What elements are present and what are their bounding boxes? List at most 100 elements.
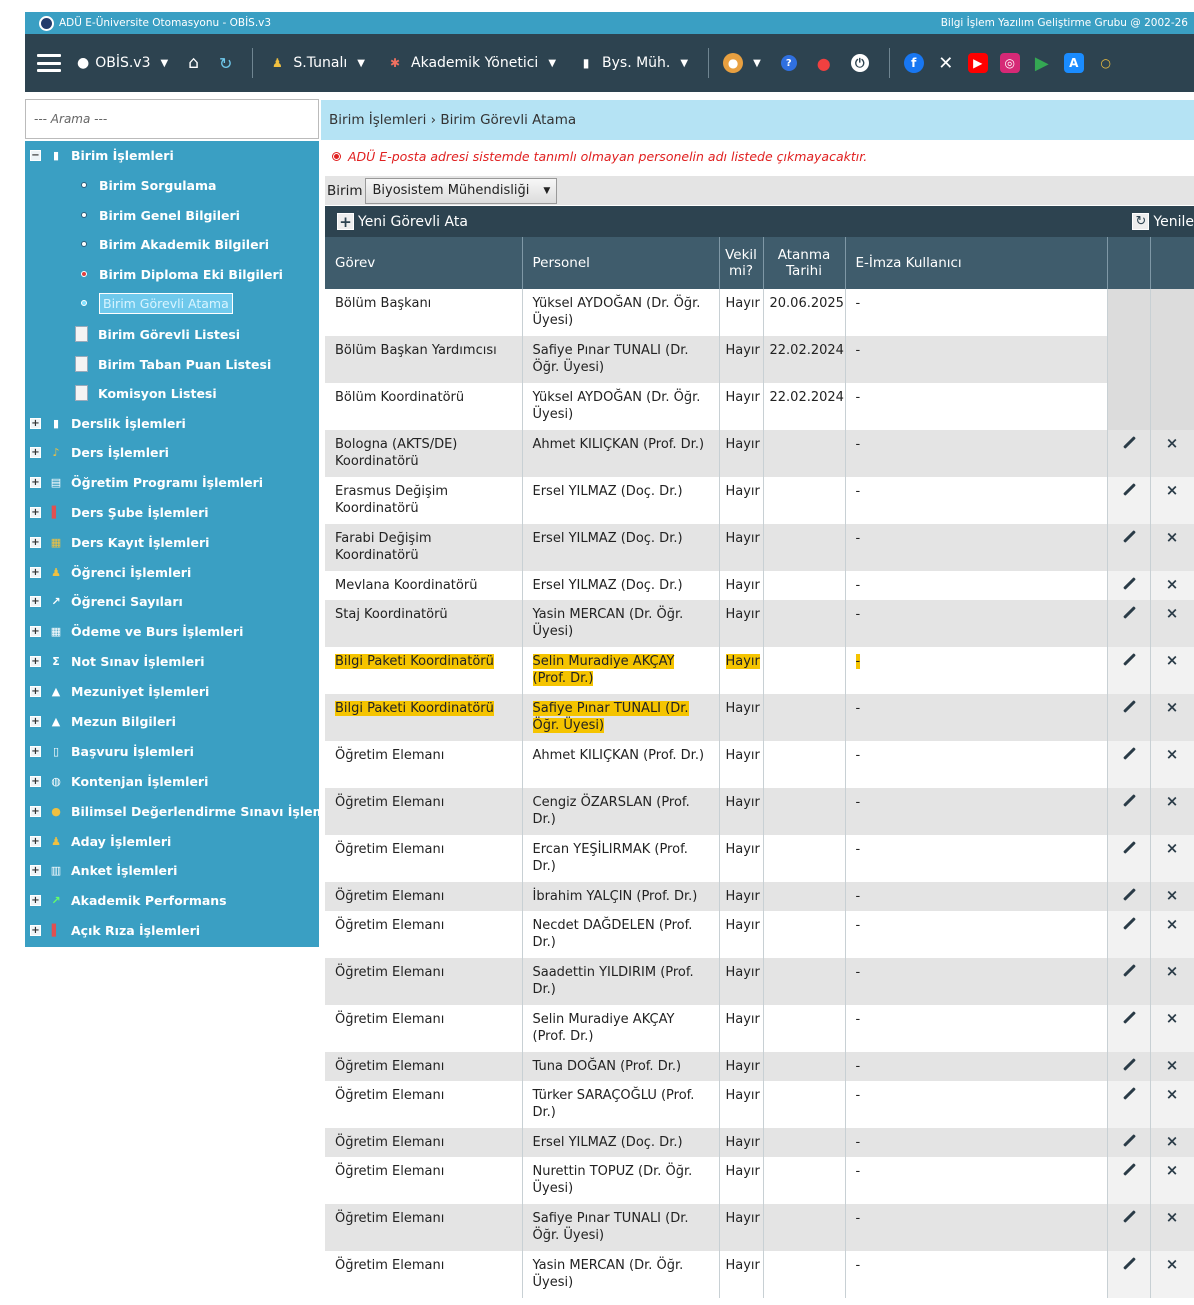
google-play-icon[interactable]: ▶ xyxy=(1032,53,1052,74)
sidebar-subitem-birim-gorevli-listesi[interactable]: Birim Görevli Listesi xyxy=(75,323,240,345)
sidebar-subitem-birim-diploma-eki[interactable]: Birim Diploma Eki Bilgileri xyxy=(81,263,283,285)
table-row[interactable]: Öğretim Elemanı İbrahim YALÇIN (Prof. Dr.… xyxy=(325,882,1194,911)
delete-icon[interactable]: ⨯ xyxy=(1166,841,1179,856)
sidebar-subitem-birim-sorgulama[interactable]: Birim Sorgulama xyxy=(81,174,216,196)
edit-pencil-icon[interactable] xyxy=(1122,606,1136,620)
table-row[interactable]: Öğretim Elemanı Safiye Pınar TUNALI (Dr. … xyxy=(325,1204,1194,1251)
delete-icon[interactable]: ⨯ xyxy=(1166,747,1179,762)
expand-icon[interactable]: + xyxy=(30,775,41,787)
sidebar-subitem-birim-akademik-bilgileri[interactable]: Birim Akademik Bilgileri xyxy=(81,233,269,255)
table-row[interactable]: Bölüm Başkan Yardımcısı Safiye Pınar TUNA… xyxy=(325,336,1194,383)
new-assignment-button[interactable]: + Yeni Görevli Ata xyxy=(325,213,474,230)
expand-icon[interactable]: + xyxy=(30,595,41,607)
expand-icon[interactable]: + xyxy=(30,566,41,578)
table-row[interactable]: Farabi Değişim Koordinatörü Ersel YILMAZ … xyxy=(325,524,1194,571)
expand-icon[interactable]: + xyxy=(30,506,41,518)
expand-icon[interactable]: + xyxy=(30,417,41,429)
edit-pencil-icon[interactable] xyxy=(1122,964,1136,978)
sidebar-item-akademik-performans[interactable]: + ↗ Akademik Performans xyxy=(30,889,227,911)
delete-icon[interactable]: ⨯ xyxy=(1166,606,1179,621)
expand-icon[interactable]: + xyxy=(30,476,41,488)
delete-icon[interactable]: ⨯ xyxy=(1166,653,1179,668)
table-row[interactable]: Bilgi Paketi Koordinatörü Selin Muradiye … xyxy=(325,647,1194,694)
youtube-icon[interactable]: ▶ xyxy=(967,53,988,73)
sidebar-item-not-sinav[interactable]: + Σ Not Sınav İşlemleri xyxy=(30,650,205,672)
facebook-icon[interactable]: f xyxy=(903,53,924,73)
header-vekil[interactable]: Vekil mi? xyxy=(719,237,764,289)
delete-icon[interactable]: ⨯ xyxy=(1166,436,1179,451)
app-store-icon[interactable]: A xyxy=(1063,53,1084,73)
sidebar-item-bilimsel-degerlendirme[interactable]: + ● Bilimsel Değerlendirme Sınavı İşlemler… xyxy=(30,800,349,822)
sidebar-subitem-birim-genel-bilgileri[interactable]: Birim Genel Bilgileri xyxy=(81,204,240,226)
expand-icon[interactable]: + xyxy=(30,864,41,876)
power-icon[interactable]: ⏻ xyxy=(850,54,869,72)
delete-icon[interactable]: ⨯ xyxy=(1166,1087,1179,1102)
edit-pencil-icon[interactable] xyxy=(1122,1257,1136,1271)
sidebar-item-ders[interactable]: + ♪ Ders İşlemleri xyxy=(30,441,169,463)
edit-pencil-icon[interactable] xyxy=(1122,747,1136,761)
edit-pencil-icon[interactable] xyxy=(1122,1087,1136,1101)
x-icon[interactable]: ✕ xyxy=(936,53,956,74)
sidebar-item-ders-kayit[interactable]: + ▦ Ders Kayıt İşlemleri xyxy=(30,531,209,553)
edit-pencil-icon[interactable] xyxy=(1122,436,1136,450)
table-row[interactable]: Bologna (AKTS/DE) Koordinatörü Ahmet KILI… xyxy=(325,430,1194,477)
edit-pencil-icon[interactable] xyxy=(1122,1163,1136,1177)
expand-icon[interactable]: + xyxy=(30,715,41,727)
sidebar-item-ogretim-programi[interactable]: + ▤ Öğretim Programı İşlemleri xyxy=(30,471,263,493)
delete-icon[interactable]: ⨯ xyxy=(1166,1257,1179,1272)
hamburger-menu-icon[interactable] xyxy=(37,54,61,72)
expand-icon[interactable]: + xyxy=(30,655,41,667)
sidebar-item-mezuniyet[interactable]: + ▲ Mezuniyet İşlemleri xyxy=(30,680,209,702)
delete-icon[interactable]: ⨯ xyxy=(1166,888,1179,903)
delete-icon[interactable]: ⨯ xyxy=(1166,917,1179,932)
table-row[interactable]: Bölüm Başkanı Yüksel AYDOĞAN (Dr. Öğr. Üy… xyxy=(325,289,1194,336)
delete-icon[interactable]: ⨯ xyxy=(1166,794,1179,809)
expand-icon[interactable]: + xyxy=(30,835,41,847)
help-icon[interactable]: ? xyxy=(780,55,797,71)
table-row[interactable]: Öğretim Elemanı Nurettin TOPUZ (Dr. Öğr. … xyxy=(325,1157,1194,1204)
table-row[interactable]: Öğretim Elemanı Ahmet KILIÇKAN (Prof. Dr.… xyxy=(325,741,1194,788)
sidebar-item-acik-riza[interactable]: + ▌ Açık Rıza İşlemleri xyxy=(30,919,200,941)
delete-icon[interactable]: ⨯ xyxy=(1166,577,1179,592)
header-gorev[interactable]: Görev xyxy=(325,237,523,289)
edit-pencil-icon[interactable] xyxy=(1122,841,1136,855)
table-row[interactable]: Öğretim Elemanı Ersel YILMAZ (Doç. Dr.) Ha… xyxy=(325,1128,1194,1157)
delete-icon[interactable]: ⨯ xyxy=(1166,530,1179,545)
table-row[interactable]: Öğretim Elemanı Cengiz ÖZARSLAN (Prof. Dr… xyxy=(325,788,1194,835)
sidebar-item-aday[interactable]: + ♟ Aday İşlemleri xyxy=(30,830,171,852)
header-eimza[interactable]: E-İmza Kullanıcı xyxy=(845,237,1108,289)
expand-icon[interactable]: + xyxy=(30,745,41,757)
delete-icon[interactable]: ⨯ xyxy=(1166,1134,1179,1149)
edit-pencil-icon[interactable] xyxy=(1122,1011,1136,1025)
delete-icon[interactable]: ⨯ xyxy=(1166,1163,1179,1178)
user-menu[interactable]: ♟ S.Tunalı ▼ xyxy=(267,53,365,73)
delete-icon[interactable]: ⨯ xyxy=(1166,1058,1179,1073)
sidebar-item-basvuru[interactable]: + ▯ Başvuru İşlemleri xyxy=(30,740,194,762)
collapse-icon[interactable]: − xyxy=(30,149,41,161)
edit-pencil-icon[interactable] xyxy=(1122,794,1136,808)
sidebar-item-mezun-bilgileri[interactable]: + ▲ Mezun Bilgileri xyxy=(30,710,176,732)
expand-icon[interactable]: + xyxy=(30,536,41,548)
app-menu[interactable]: ● OBİS.v3 ▼ xyxy=(77,55,168,71)
table-row[interactable]: Öğretim Elemanı Tuna DOĞAN (Prof. Dr.) Hay… xyxy=(325,1052,1194,1081)
home-icon[interactable]: ⌂ xyxy=(188,53,199,73)
unit-menu[interactable]: ▮ Bys. Müh. ▼ xyxy=(576,53,688,73)
edit-pencil-icon[interactable] xyxy=(1122,577,1136,591)
role-menu[interactable]: ✱ Akademik Yönetici ▼ xyxy=(385,53,556,73)
table-row[interactable]: Öğretim Elemanı Yasin MERCAN (Dr. Öğr. Üy… xyxy=(325,1251,1194,1298)
chat-icon[interactable]: ○ xyxy=(1096,53,1116,73)
sidebar-item-ogrenci[interactable]: + ♟ Öğrenci İşlemleri xyxy=(30,561,191,583)
header-atanma-tarihi[interactable]: Atanma Tarihi xyxy=(763,237,846,289)
edit-pencil-icon[interactable] xyxy=(1122,888,1136,902)
table-row[interactable]: Öğretim Elemanı Ercan YEŞİLIRMAK (Prof. D… xyxy=(325,835,1194,882)
table-row[interactable]: Erasmus Değişim Koordinatörü Ersel YILMAZ… xyxy=(325,477,1194,524)
birim-select[interactable]: Biyosistem Mühendisliği ▼ xyxy=(365,177,558,204)
delete-icon[interactable]: ⨯ xyxy=(1166,700,1179,715)
instagram-icon[interactable]: ◎ xyxy=(999,53,1020,73)
delete-icon[interactable]: ⨯ xyxy=(1166,483,1179,498)
location-pin-icon[interactable]: ● xyxy=(817,54,831,73)
theme-menu[interactable]: ● ▼ xyxy=(723,53,761,73)
table-row[interactable]: Öğretim Elemanı Necdet DAĞDELEN (Prof. Dr… xyxy=(325,911,1194,958)
expand-icon[interactable]: + xyxy=(30,805,41,817)
table-row[interactable]: Bilgi Paketi Koordinatörü Safiye Pınar TU… xyxy=(325,694,1194,741)
